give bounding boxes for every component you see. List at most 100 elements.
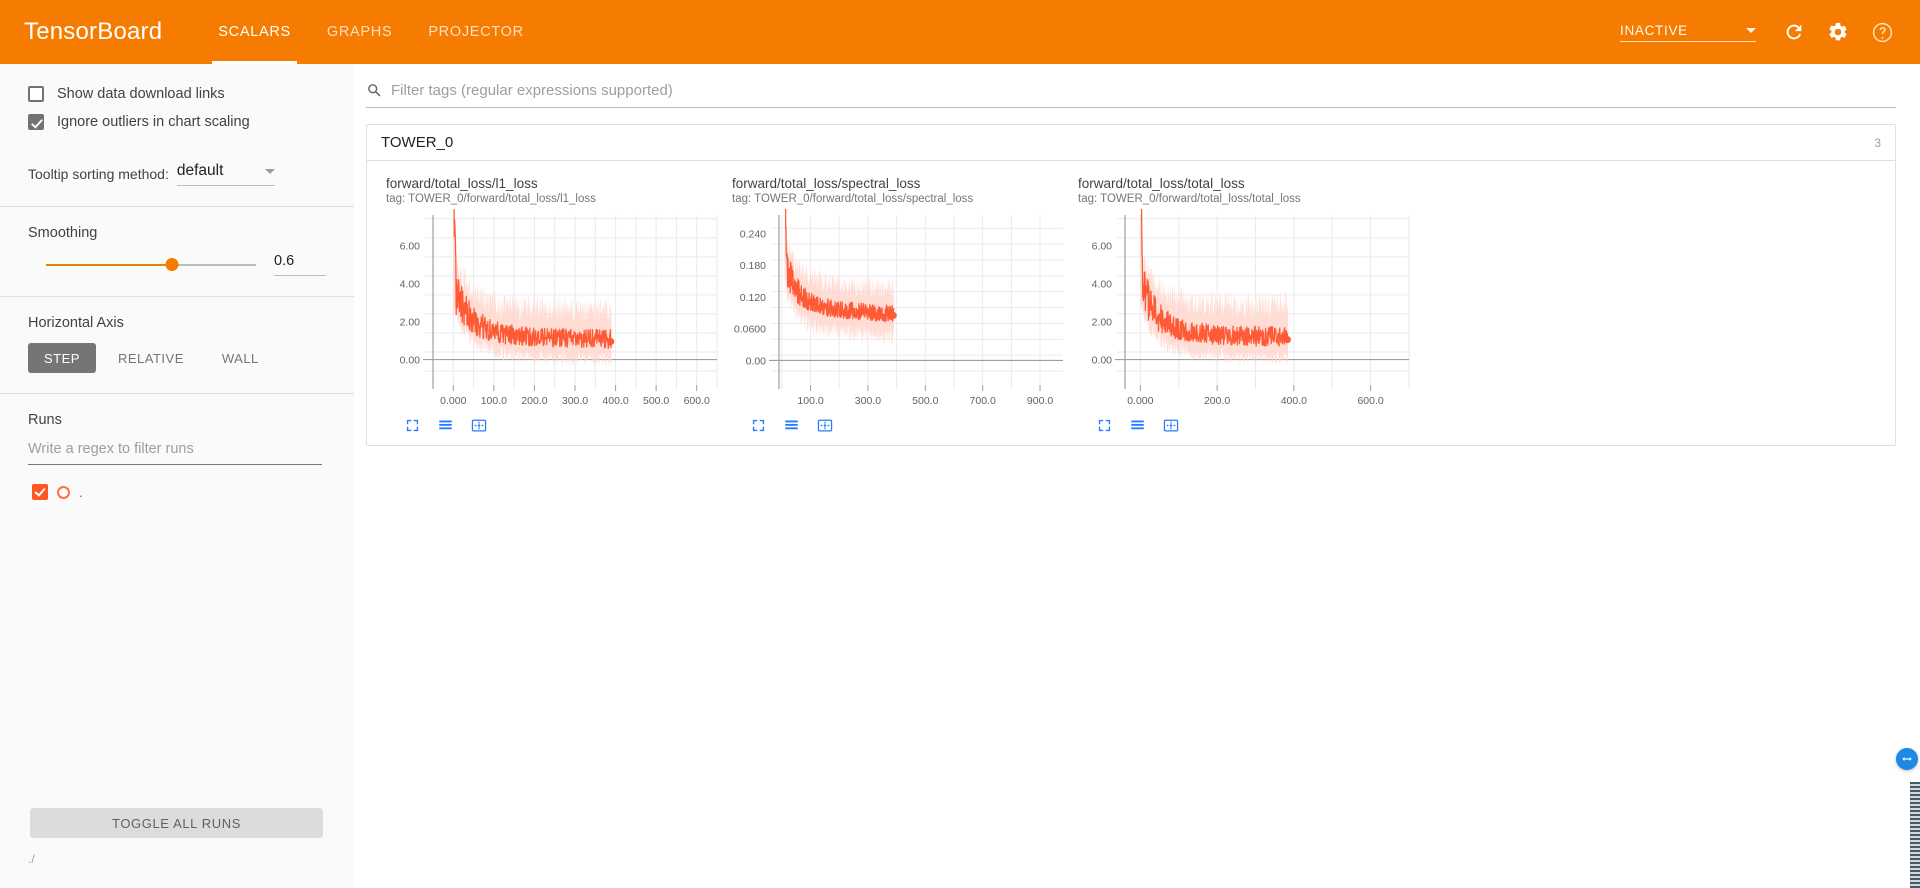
smoothing-row: 0.6 (0, 253, 354, 276)
axis-option-wall[interactable]: WALL (206, 343, 275, 373)
help-icon (1872, 22, 1892, 42)
tag-filter-bar[interactable]: Filter tags (regular expressions support… (366, 82, 1896, 108)
sidebar-divider-1 (0, 206, 354, 207)
sidebar-divider-3 (0, 393, 354, 394)
chevron-down-icon (264, 168, 275, 174)
tag-group-card: TOWER_0 3 forward/total_loss/l1_loss tag… (366, 124, 1896, 446)
runs-logdir-footnote: ./ (28, 852, 35, 866)
charts-grid: forward/total_loss/l1_loss tag: TOWER_0/… (367, 161, 1895, 445)
toggle-all-runs-button[interactable]: TOGGLE ALL RUNS (30, 808, 323, 838)
svg-text:100.0: 100.0 (481, 395, 507, 407)
chart-title: forward/total_loss/spectral_loss (732, 176, 921, 191)
tab-graphs[interactable]: GRAPHS (309, 0, 410, 64)
ignore-outliers-row[interactable]: Ignore outliers in chart scaling (0, 108, 354, 136)
data-table-icon[interactable] (784, 418, 799, 433)
resize-handle-button[interactable] (1896, 748, 1918, 770)
main-nav-tabs: SCALARS GRAPHS PROJECTOR (200, 0, 542, 64)
svg-text:300.0: 300.0 (855, 395, 881, 407)
chart-title: forward/total_loss/l1_loss (386, 176, 538, 191)
chart-cell-spectral-loss: forward/total_loss/spectral_loss tag: TO… (727, 175, 1073, 433)
chart-cell-total-loss: forward/total_loss/total_loss tag: TOWER… (1073, 175, 1419, 433)
chart-toolbar (727, 418, 1073, 433)
svg-text:0.00: 0.00 (1092, 355, 1113, 367)
svg-text:400.0: 400.0 (602, 395, 628, 407)
expand-icon[interactable] (405, 418, 420, 433)
svg-text:200.0: 200.0 (521, 395, 547, 407)
tooltip-sorting-row: Tooltip sorting method: default (0, 162, 354, 186)
ignore-outliers-checkbox[interactable] (28, 114, 44, 130)
smoothing-title: Smoothing (28, 225, 98, 241)
svg-text:600.0: 600.0 (1357, 395, 1383, 407)
data-table-icon[interactable] (438, 418, 453, 433)
tag-group-count: 3 (1874, 135, 1881, 150)
refresh-icon (1786, 24, 1802, 40)
data-table-icon[interactable] (1130, 418, 1145, 433)
main-content: Filter tags (regular expressions support… (354, 64, 1920, 888)
svg-text:500.0: 500.0 (912, 395, 938, 407)
fit-domain-icon[interactable] (1163, 418, 1179, 433)
svg-text:0.000: 0.000 (440, 395, 466, 407)
fit-domain-icon[interactable] (817, 418, 833, 433)
show-download-links-checkbox[interactable] (28, 86, 44, 102)
axis-option-relative[interactable]: RELATIVE (102, 343, 200, 373)
svg-text:300.0: 300.0 (562, 395, 588, 407)
tab-scalars[interactable]: SCALARS (200, 0, 309, 64)
svg-text:0.000: 0.000 (1127, 395, 1153, 407)
chart-tag: tag: TOWER_0/forward/total_loss/l1_loss (386, 193, 596, 205)
tooltip-sorting-label: Tooltip sorting method: (28, 166, 169, 182)
svg-text:0.00: 0.00 (746, 355, 767, 367)
smoothing-value-input[interactable]: 0.6 (274, 253, 326, 276)
svg-text:0.00: 0.00 (400, 355, 421, 367)
refresh-button[interactable] (1774, 12, 1814, 52)
chart-plot[interactable]: 0.00 0.0600 0.120 0.180 0.240 100.0 300.0 500.0… (727, 209, 1067, 414)
run-label: . (79, 484, 83, 500)
svg-text:500.0: 500.0 (643, 395, 669, 407)
slider-knob[interactable] (165, 258, 179, 271)
svg-text:0.120: 0.120 (740, 292, 766, 304)
settings-sidebar: Show data download links Ignore outliers… (0, 64, 354, 888)
tooltip-sorting-dropdown[interactable]: default (176, 162, 275, 186)
ignore-outliers-label: Ignore outliers in chart scaling (57, 114, 250, 130)
run-status-dropdown[interactable]: INACTIVE (1620, 23, 1756, 42)
horizontal-axis-title: Horizontal Axis (28, 315, 124, 331)
left-right-arrow-icon (1902, 756, 1912, 762)
svg-text:2.00: 2.00 (1092, 317, 1113, 329)
svg-text:6.00: 6.00 (400, 240, 421, 252)
chart-cell-l1-loss: forward/total_loss/l1_loss tag: TOWER_0/… (381, 175, 727, 433)
runs-filter-input[interactable]: Write a regex to filter runs (28, 440, 322, 465)
show-download-links-row[interactable]: Show data download links (0, 80, 354, 108)
app-brand: TensorBoard (24, 18, 163, 45)
run-status-label: INACTIVE (1620, 22, 1688, 38)
runs-title: Runs (28, 412, 62, 428)
settings-button[interactable] (1818, 12, 1858, 52)
svg-text:200.0: 200.0 (1204, 395, 1230, 407)
svg-text:0.180: 0.180 (740, 260, 766, 272)
show-download-links-label: Show data download links (57, 86, 225, 102)
tab-projector[interactable]: PROJECTOR (410, 0, 541, 64)
sidebar-divider-2 (0, 296, 354, 297)
expand-icon[interactable] (1097, 418, 1112, 433)
smoothing-slider[interactable] (46, 256, 256, 274)
search-icon (366, 82, 383, 99)
expand-icon[interactable] (751, 418, 766, 433)
tag-group-header[interactable]: TOWER_0 3 (367, 125, 1895, 161)
tag-filter-placeholder: Filter tags (regular expressions support… (391, 82, 673, 99)
chart-plot[interactable]: 0.00 2.00 4.00 6.00 0.000 100.0 200.0 300.0 400.… (381, 209, 721, 414)
chart-tag: tag: TOWER_0/forward/total_loss/spectral… (732, 193, 974, 205)
svg-text:6.00: 6.00 (1092, 240, 1113, 252)
chart-tag: tag: TOWER_0/forward/total_loss/total_lo… (1078, 193, 1301, 205)
run-checkbox[interactable] (32, 484, 48, 500)
svg-text:600.0: 600.0 (684, 395, 710, 407)
fit-domain-icon[interactable] (471, 418, 487, 433)
chart-toolbar (1073, 418, 1419, 433)
edge-scrollbar-strip[interactable] (1910, 782, 1920, 888)
run-list-item[interactable]: . (0, 481, 354, 503)
axis-option-step[interactable]: STEP (28, 343, 96, 373)
horizontal-axis-buttons: STEP RELATIVE WALL (0, 343, 354, 373)
run-color-circle-icon (57, 485, 70, 499)
svg-text:100.0: 100.0 (797, 395, 823, 407)
runs-filter-placeholder: Write a regex to filter runs (28, 441, 194, 457)
chart-plot[interactable]: 0.00 2.00 4.00 6.00 0.000 200.0 400.0 600.0 (1073, 209, 1413, 414)
tooltip-sorting-value: default (176, 162, 224, 179)
help-button[interactable] (1862, 12, 1902, 52)
